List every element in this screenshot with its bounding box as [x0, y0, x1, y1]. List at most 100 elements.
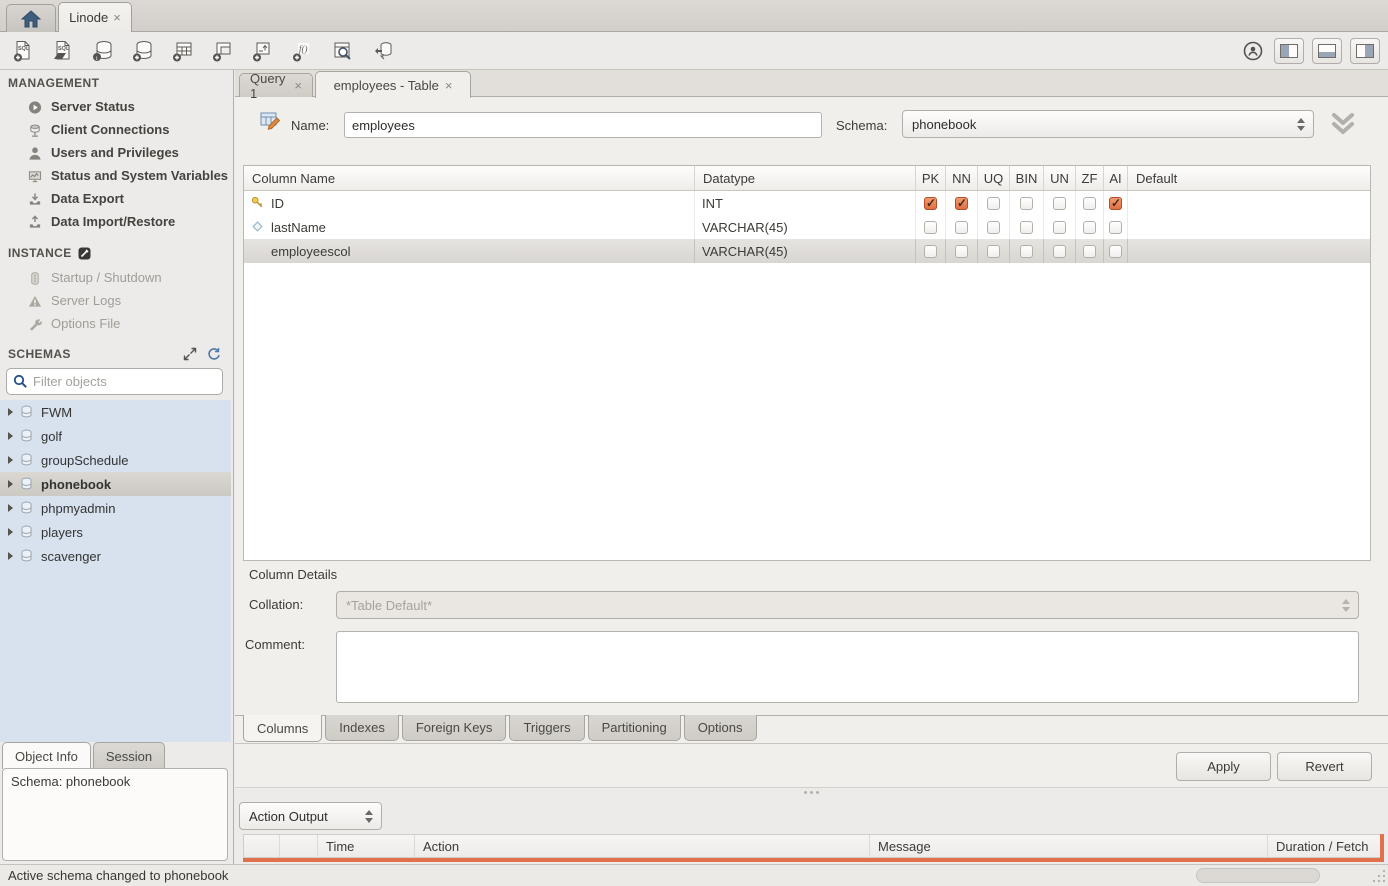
- expander-icon[interactable]: [8, 552, 13, 560]
- schema-item-golf[interactable]: golf: [0, 424, 231, 448]
- sidebar-item-options-file[interactable]: Options File: [0, 312, 233, 335]
- header-uq[interactable]: UQ: [978, 166, 1010, 190]
- sidebar-item-server-logs[interactable]: Server Logs: [0, 289, 233, 312]
- column-row-lastname[interactable]: lastName VARCHAR(45): [244, 215, 1370, 239]
- un-checkbox[interactable]: [1053, 197, 1066, 210]
- schema-item-players[interactable]: players: [0, 520, 231, 544]
- expander-icon[interactable]: [8, 528, 13, 536]
- schema-item-scavenger[interactable]: scavenger: [0, 544, 231, 568]
- sidebar-item-client-connections[interactable]: Client Connections: [0, 118, 233, 141]
- sidebar-item-data-import[interactable]: Data Import/Restore: [0, 210, 233, 233]
- spin-buttons[interactable]: [357, 803, 381, 829]
- tab-options[interactable]: Options: [684, 715, 757, 741]
- expander-icon[interactable]: [8, 432, 13, 440]
- open-sql-script-icon[interactable]: SQL: [50, 38, 76, 64]
- window-resize-grip[interactable]: [1371, 870, 1385, 884]
- uq-checkbox[interactable]: [987, 197, 1000, 210]
- tab-foreign-keys[interactable]: Foreign Keys: [402, 715, 507, 741]
- schema-item-fwm[interactable]: FWM: [0, 400, 231, 424]
- output-selector[interactable]: Action Output: [239, 802, 382, 830]
- create-schema-icon[interactable]: [130, 38, 156, 64]
- sidebar-item-data-export[interactable]: Data Export: [0, 187, 233, 210]
- schema-item-groupschedule[interactable]: groupSchedule: [0, 448, 231, 472]
- zf-checkbox[interactable]: [1083, 245, 1096, 258]
- header-default[interactable]: Default: [1128, 166, 1370, 190]
- close-icon[interactable]: ×: [113, 10, 121, 25]
- zf-checkbox[interactable]: [1083, 221, 1096, 234]
- zf-checkbox[interactable]: [1083, 197, 1096, 210]
- ai-checkbox[interactable]: [1109, 245, 1122, 258]
- schema-item-phpmyadmin[interactable]: phpmyadmin: [0, 496, 231, 520]
- inspect-database-icon[interactable]: i: [90, 38, 116, 64]
- tab-triggers[interactable]: Triggers: [509, 715, 584, 741]
- person-circle-icon[interactable]: [1240, 38, 1266, 64]
- output-header-duration[interactable]: Duration / Fetch: [1268, 835, 1381, 857]
- output-splitter-handle[interactable]: [235, 787, 1388, 797]
- header-column-name[interactable]: Column Name: [244, 166, 695, 190]
- header-bin[interactable]: BIN: [1010, 166, 1044, 190]
- output-header-action[interactable]: Action: [415, 835, 870, 857]
- sidebar-item-startup-shutdown[interactable]: Startup / Shutdown: [0, 266, 233, 289]
- uq-checkbox[interactable]: [987, 245, 1000, 258]
- output-header-time[interactable]: Time: [318, 835, 415, 857]
- column-row-id[interactable]: ID INT: [244, 191, 1370, 215]
- bin-checkbox[interactable]: [1020, 221, 1033, 234]
- expand-schemas-icon[interactable]: [183, 347, 197, 361]
- uq-checkbox[interactable]: [987, 221, 1000, 234]
- reconnect-dbms-icon[interactable]: [370, 38, 396, 64]
- toggle-bottom-output-button[interactable]: [1312, 38, 1342, 64]
- header-pk[interactable]: PK: [916, 166, 946, 190]
- pk-checkbox[interactable]: [924, 245, 937, 258]
- tab-session[interactable]: Session: [93, 742, 165, 769]
- pk-checkbox[interactable]: [924, 221, 937, 234]
- tab-employees-table[interactable]: employees - Table ×: [315, 71, 471, 98]
- nn-checkbox[interactable]: [955, 197, 968, 210]
- pk-checkbox[interactable]: [924, 197, 937, 210]
- search-table-data-icon[interactable]: [330, 38, 356, 64]
- close-icon[interactable]: ×: [294, 78, 302, 93]
- collation-select[interactable]: *Table Default*: [336, 591, 1359, 619]
- bin-checkbox[interactable]: [1020, 197, 1033, 210]
- horizontal-scrollbar-thumb[interactable]: [1196, 868, 1320, 883]
- sidebar-item-server-status[interactable]: Server Status: [0, 95, 233, 118]
- un-checkbox[interactable]: [1053, 221, 1066, 234]
- column-row-employeescol[interactable]: employeescol VARCHAR(45): [244, 239, 1370, 263]
- tab-indexes[interactable]: Indexes: [325, 715, 399, 741]
- ai-checkbox[interactable]: [1109, 197, 1122, 210]
- output-header-message[interactable]: Message: [870, 835, 1268, 857]
- header-un[interactable]: UN: [1044, 166, 1076, 190]
- tab-object-info[interactable]: Object Info: [2, 742, 91, 769]
- tab-query-1[interactable]: Query 1 ×: [239, 73, 313, 97]
- create-routine-icon[interactable]: [250, 38, 276, 64]
- create-view-icon[interactable]: [210, 38, 236, 64]
- header-datatype[interactable]: Datatype: [695, 166, 916, 190]
- bin-checkbox[interactable]: [1020, 245, 1033, 258]
- nn-checkbox[interactable]: [955, 245, 968, 258]
- expander-icon[interactable]: [8, 504, 13, 512]
- tab-columns[interactable]: Columns: [243, 715, 322, 742]
- expander-icon[interactable]: [8, 480, 13, 488]
- expander-icon[interactable]: [8, 456, 13, 464]
- create-table-icon[interactable]: [170, 38, 196, 64]
- sidebar-item-users-privileges[interactable]: Users and Privileges: [0, 141, 233, 164]
- connection-tab-linode[interactable]: Linode ×: [58, 2, 132, 32]
- toggle-right-sidebar-button[interactable]: [1350, 38, 1380, 64]
- toggle-left-sidebar-button[interactable]: [1274, 38, 1304, 64]
- spin-buttons[interactable]: [1289, 111, 1313, 137]
- close-icon[interactable]: ×: [445, 78, 453, 93]
- ai-checkbox[interactable]: [1109, 221, 1122, 234]
- header-nn[interactable]: NN: [946, 166, 978, 190]
- revert-button[interactable]: Revert: [1277, 752, 1372, 781]
- table-name-input[interactable]: [344, 112, 822, 138]
- create-function-icon[interactable]: f(): [290, 38, 316, 64]
- expand-header-chevron-icon[interactable]: [1328, 111, 1358, 137]
- schema-filter-input[interactable]: [33, 374, 216, 389]
- new-query-tab-icon[interactable]: SQL: [10, 38, 36, 64]
- schema-filter[interactable]: [6, 368, 223, 395]
- schema-item-phonebook[interactable]: phonebook: [0, 472, 231, 496]
- comment-textarea[interactable]: [336, 631, 1359, 703]
- apply-button[interactable]: Apply: [1176, 752, 1271, 781]
- home-tab[interactable]: [6, 4, 56, 32]
- tab-partitioning[interactable]: Partitioning: [588, 715, 681, 741]
- header-ai[interactable]: AI: [1104, 166, 1128, 190]
